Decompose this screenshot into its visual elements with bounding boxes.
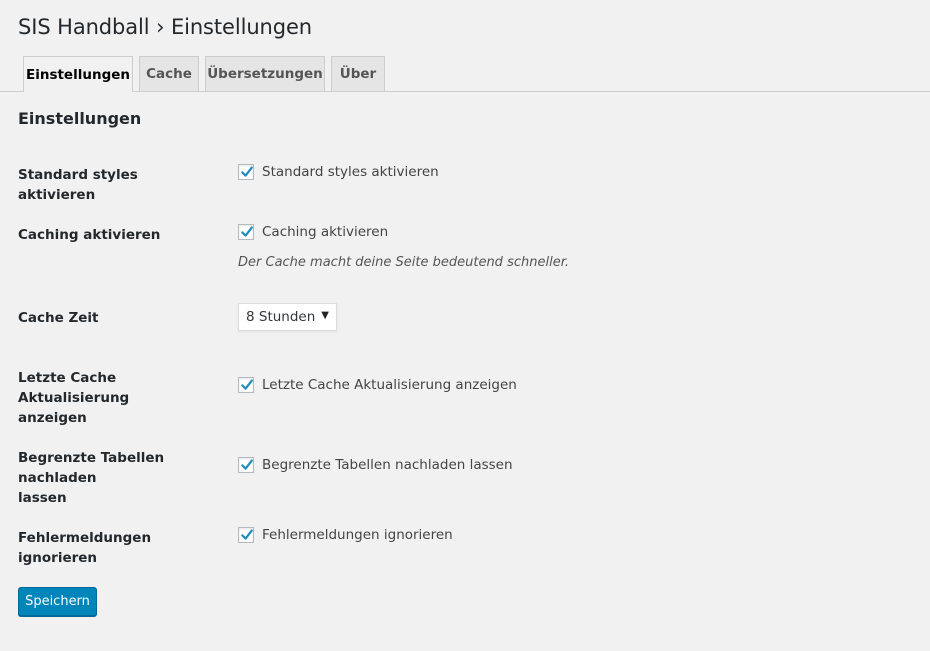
- ignore-errors-label: Fehlermeldungen ignorieren: [18, 530, 152, 566]
- standard-styles-checkbox[interactable]: [238, 164, 254, 180]
- tab-einstellungen[interactable]: Einstellungen: [23, 56, 133, 92]
- last-update-label: Letzte Cache Aktualisierung anzeigen: [18, 368, 218, 428]
- tab-uebersetzungen[interactable]: Übersetzungen: [205, 56, 325, 91]
- caching-label: Caching aktivieren: [18, 227, 161, 243]
- last-update-checkbox-label[interactable]: Letzte Cache Aktualisierung anzeigen: [262, 377, 517, 393]
- last-update-option: Letzte Cache Aktualisierung anzeigen: [238, 375, 517, 395]
- tab-cache[interactable]: Cache: [139, 56, 199, 91]
- limited-tables-option: Begrenzte Tabellen nachladen lassen: [238, 455, 513, 475]
- standard-styles-checkbox-label[interactable]: Standard styles aktivieren: [262, 164, 439, 180]
- standard-styles-label: Standard styles aktivieren: [18, 167, 138, 203]
- settings-page: SIS Handball › Einstellungen Einstellung…: [0, 0, 930, 651]
- last-update-checkbox[interactable]: [238, 377, 254, 393]
- cache-time-select[interactable]: 8 Stunden ▼: [238, 303, 337, 331]
- caching-description: Der Cache macht deine Seite bedeutend sc…: [238, 255, 569, 270]
- caching-checkbox[interactable]: [238, 224, 254, 240]
- ignore-errors-option: Fehlermeldungen ignorieren: [238, 525, 453, 545]
- last-update-label-line1: Letzte Cache Aktualisierung: [18, 370, 130, 406]
- cache-time-label: Cache Zeit: [18, 310, 99, 326]
- tab-bar: Einstellungen Cache Übersetzungen Über: [0, 56, 930, 92]
- limited-tables-label: Begrenzte Tabellen nachladen lassen: [18, 448, 218, 508]
- save-button[interactable]: Speichern: [18, 587, 97, 616]
- page-title: SIS Handball › Einstellungen: [18, 15, 312, 39]
- checkmark-icon: [241, 529, 253, 540]
- caching-checkbox-label[interactable]: Caching aktivieren: [262, 224, 388, 240]
- ignore-errors-checkbox[interactable]: [238, 527, 254, 543]
- limited-tables-checkbox[interactable]: [238, 457, 254, 473]
- checkmark-icon: [241, 226, 253, 237]
- last-update-label-line2: anzeigen: [18, 410, 87, 426]
- limited-tables-label-line1: Begrenzte Tabellen nachladen: [18, 450, 165, 486]
- ignore-errors-checkbox-label[interactable]: Fehlermeldungen ignorieren: [262, 527, 453, 543]
- checkmark-icon: [241, 166, 253, 177]
- checkmark-icon: [241, 379, 253, 390]
- standard-styles-option: Standard styles aktivieren: [238, 162, 439, 182]
- section-title: Einstellungen: [18, 109, 142, 128]
- cache-time-value: 8 Stunden: [246, 309, 316, 325]
- checkmark-icon: [241, 459, 253, 470]
- caching-option: Caching aktivieren: [238, 222, 388, 242]
- limited-tables-checkbox-label[interactable]: Begrenzte Tabellen nachladen lassen: [262, 457, 513, 473]
- limited-tables-label-line2: lassen: [18, 490, 67, 506]
- chevron-down-icon: ▼: [321, 310, 329, 321]
- tab-ueber[interactable]: Über: [331, 56, 385, 91]
